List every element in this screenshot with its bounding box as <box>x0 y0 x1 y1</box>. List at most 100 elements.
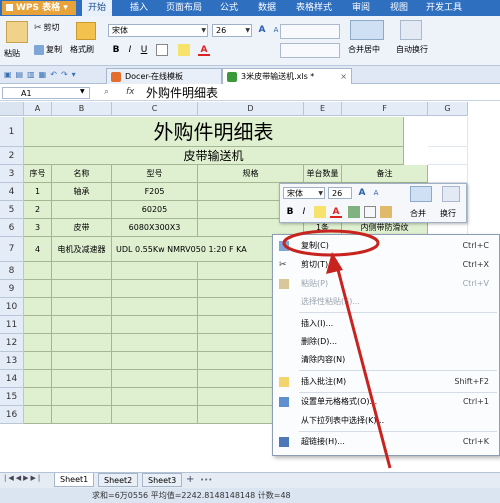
mini-font-color-button[interactable]: A <box>330 206 342 218</box>
tab-sheet2[interactable]: Sheet2 <box>98 473 139 487</box>
table-header-cell[interactable]: 序号 <box>24 165 52 183</box>
context-menu-item[interactable]: 粘贴(P) Ctrl+V <box>273 275 499 293</box>
border-icon[interactable] <box>156 44 168 56</box>
sheet-nav-arrows[interactable]: |◀◀▶▶| <box>4 474 42 482</box>
format-painter-icon[interactable] <box>380 206 392 218</box>
table-cell[interactable] <box>52 370 112 388</box>
copy-button[interactable]: 复制 <box>34 44 62 55</box>
menu-page-layout[interactable]: 页面布局 <box>160 0 208 16</box>
align-center-icon[interactable] <box>348 206 360 218</box>
table-cell[interactable] <box>112 352 198 370</box>
zoom-icon[interactable]: ⌕ <box>104 87 109 97</box>
menu-data[interactable]: 数据 <box>252 0 282 16</box>
menu-home[interactable]: 开始 <box>82 0 113 16</box>
fill-color-icon[interactable] <box>314 206 326 218</box>
table-cell[interactable] <box>52 352 112 370</box>
auto-wrap-button[interactable]: 自动换行 <box>396 44 428 55</box>
table-cell[interactable] <box>52 201 112 219</box>
format-painter-icon[interactable] <box>76 22 96 40</box>
table-cell[interactable] <box>24 388 52 406</box>
mini-merge-button[interactable]: 合并 <box>410 208 426 219</box>
menu-table-style[interactable]: 表格样式 <box>290 0 338 16</box>
table-cell[interactable]: UDL 0.55Kw NMRV050 1:20 F KA <box>112 237 247 262</box>
menu-view[interactable]: 视图 <box>384 0 414 16</box>
menu-review[interactable]: 审阅 <box>346 0 376 16</box>
table-cell[interactable] <box>112 334 198 352</box>
fx-button[interactable]: fx <box>126 87 135 97</box>
tab-sheet3[interactable]: Sheet3 <box>142 473 183 487</box>
mini-bold-button[interactable]: B <box>284 206 296 218</box>
quick-access-toolbar[interactable]: ▣▤▥▦↶↷▾ <box>4 70 80 79</box>
context-menu-item[interactable]: 删除(D)... <box>273 333 499 351</box>
row-header-7[interactable]: 7 <box>0 237 24 262</box>
column-header-a[interactable]: A <box>24 102 52 116</box>
table-cell[interactable]: 6080X300X3 <box>112 219 198 237</box>
table-cell[interactable] <box>24 334 52 352</box>
table-cell[interactable]: 轴承 <box>52 183 112 201</box>
table-cell[interactable] <box>52 406 112 424</box>
row-header-16[interactable]: 16 <box>0 406 24 424</box>
table-cell[interactable]: 电机及减速器 <box>52 237 112 262</box>
grow-font-icon[interactable]: A <box>256 24 268 36</box>
wps-logo-button[interactable]: WPS 表格 ▾ <box>2 1 76 15</box>
table-cell[interactable] <box>52 316 112 334</box>
row-header-13[interactable]: 13 <box>0 352 24 370</box>
fill-color-icon[interactable] <box>178 44 190 56</box>
table-cell[interactable] <box>52 280 112 298</box>
close-icon[interactable]: × <box>340 69 347 85</box>
table-cell[interactable] <box>112 370 198 388</box>
context-menu-item[interactable]: 复制(C) Ctrl+C <box>273 237 499 255</box>
row-header-12[interactable]: 12 <box>0 334 24 352</box>
menu-developer[interactable]: 开发工具 <box>420 0 468 16</box>
table-cell[interactable] <box>24 352 52 370</box>
bold-button[interactable]: B <box>110 44 122 56</box>
table-cell[interactable] <box>52 262 112 280</box>
column-header-f[interactable]: F <box>342 102 428 116</box>
align-bottom-row[interactable] <box>280 43 340 58</box>
row-header-4[interactable]: 4 <box>0 183 24 201</box>
table-cell[interactable]: 皮带 <box>52 219 112 237</box>
tab-workbook[interactable]: 3米皮带输送机.xls * × <box>222 68 352 84</box>
row-header-3[interactable]: 3 <box>0 165 24 183</box>
context-menu-item[interactable]: 清除内容(N) <box>273 351 499 369</box>
name-box[interactable]: A1 <box>2 87 90 99</box>
mini-wrap-button[interactable]: 换行 <box>440 208 456 219</box>
table-cell[interactable]: 3 <box>24 219 52 237</box>
row-header-2[interactable]: 2 <box>0 147 24 165</box>
table-cell[interactable] <box>24 406 52 424</box>
table-cell[interactable] <box>24 280 52 298</box>
table-cell[interactable]: F205 <box>112 183 198 201</box>
row-header-11[interactable]: 11 <box>0 316 24 334</box>
table-header-cell[interactable]: 名称 <box>52 165 112 183</box>
table-cell[interactable] <box>112 316 198 334</box>
table-header-cell[interactable]: 单台数量 <box>304 165 342 183</box>
table-cell[interactable] <box>52 298 112 316</box>
table-cell[interactable]: 60205 <box>112 201 198 219</box>
context-menu-item[interactable]: 设置单元格格式(O)... Ctrl+1 <box>273 393 499 411</box>
table-cell[interactable] <box>112 262 198 280</box>
row-header-6[interactable]: 6 <box>0 219 24 237</box>
table-cell[interactable] <box>24 370 52 388</box>
tab-docer[interactable]: Docer-在线模板 <box>106 68 222 84</box>
context-menu-item[interactable]: 选择性粘贴(S)... <box>273 293 499 311</box>
table-cell[interactable] <box>112 298 198 316</box>
table-cell[interactable] <box>24 262 52 280</box>
row-header-15[interactable]: 15 <box>0 388 24 406</box>
table-cell[interactable]: 4 <box>24 237 52 262</box>
border-icon[interactable] <box>364 206 376 218</box>
formula-input[interactable]: 外购件明细表 <box>146 86 218 100</box>
row-header-9[interactable]: 9 <box>0 280 24 298</box>
sheet-title-cell[interactable]: 外购件明细表 <box>24 117 404 147</box>
wrap-text-icon[interactable] <box>400 20 422 40</box>
row-header-8[interactable]: 8 <box>0 262 24 280</box>
row-header-10[interactable]: 10 <box>0 298 24 316</box>
merge-center-icon[interactable] <box>350 20 384 40</box>
table-cell[interactable] <box>112 280 198 298</box>
underline-button[interactable]: U <box>138 44 150 56</box>
font-size-select[interactable]: 26 ▼ <box>212 24 252 37</box>
menu-formulas[interactable]: 公式 <box>214 0 244 16</box>
merge-center-button[interactable]: 合并居中 <box>348 44 380 55</box>
font-name-select[interactable]: 宋体 ▼ <box>108 24 208 37</box>
more-icon[interactable]: ••• <box>200 476 212 484</box>
tab-sheet1[interactable]: Sheet1 <box>54 473 95 487</box>
